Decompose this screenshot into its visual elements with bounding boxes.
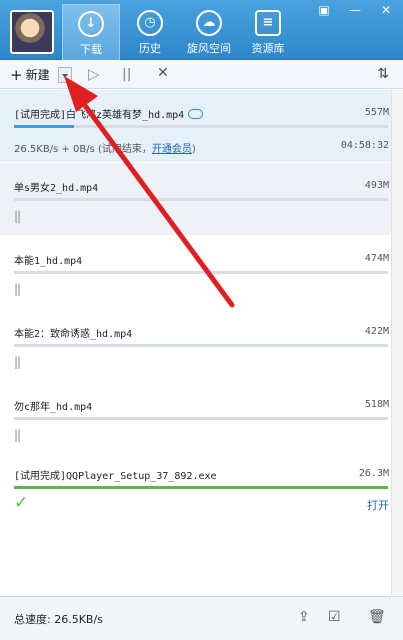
minimize-button[interactable]: — <box>340 0 370 20</box>
task-name: 本能2：致命诱惑_hd.mp4 <box>14 329 133 340</box>
library-icon: ≡ <box>255 10 281 36</box>
status-footer: 总速度: 26.5KB/s ⇪ ☑ 🗑 <box>0 596 403 640</box>
task-name: [试用完成]白飞鸿z英雄有梦_hd.mp4 <box>14 106 204 121</box>
tab-cloud-space[interactable]: ☁ 旋风空间 <box>180 4 238 60</box>
progress-bar <box>14 344 388 347</box>
scrollbar[interactable] <box>391 90 403 595</box>
share-icon[interactable]: ⇪ <box>298 609 310 625</box>
download-icon: ↓ <box>78 11 104 37</box>
check-icon: ✓ <box>14 493 29 513</box>
start-button[interactable]: ▷ <box>88 65 100 83</box>
app-header: ↓ 下载 ◷ 历史 ☁ 旋风空间 ≡ 资源库 ▣ — ✕ <box>0 0 403 60</box>
pause-icon[interactable]: || <box>14 282 21 296</box>
task-status: 26.5KB/s + 0B/s (试用结束，开通会员) <box>14 144 196 155</box>
task-row[interactable]: 勿c那年_hd.mp4 518M || <box>0 382 403 454</box>
tab-download[interactable]: ↓ 下载 <box>62 4 120 60</box>
progress-bar <box>14 125 388 128</box>
open-file-link[interactable]: 打开 <box>367 497 389 513</box>
tab-history[interactable]: ◷ 历史 <box>121 4 179 60</box>
task-row[interactable]: 本能1_hd.mp4 474M || <box>0 236 403 308</box>
tab-history-label: 历史 <box>139 42 161 55</box>
history-icon: ◷ <box>137 10 163 36</box>
skin-icon[interactable]: ▣ <box>309 0 339 20</box>
close-button[interactable]: ✕ <box>371 0 401 20</box>
pause-icon[interactable]: || <box>14 355 21 369</box>
task-name: 本能1_hd.mp4 <box>14 256 83 267</box>
tab-cloud-space-label: 旋风空间 <box>187 42 231 55</box>
sort-button[interactable]: ⇅ <box>377 66 389 82</box>
task-row[interactable]: 本能2：致命诱惑_hd.mp4 422M || <box>0 309 403 381</box>
task-row[interactable]: [试用完成]QQPlayer_Setup_37_892.exe 26.3M ✓ … <box>0 455 403 527</box>
task-size: 518M <box>364 399 389 410</box>
delete-button[interactable]: ✕ <box>157 65 169 81</box>
time-remaining: 04:58:32 <box>340 140 389 151</box>
task-name: 勿c那年_hd.mp4 <box>14 402 93 413</box>
task-name: 单s男女2_hd.mp4 <box>14 183 99 194</box>
task-list: [试用完成]白飞鸿z英雄有梦_hd.mp4 557M 26.5KB/s + 0B… <box>0 90 403 595</box>
task-row[interactable]: 单s男女2_hd.mp4 493M || <box>0 163 403 235</box>
progress-bar <box>14 198 388 201</box>
progress-fill <box>14 486 388 489</box>
user-avatar[interactable] <box>10 10 54 54</box>
progress-bar <box>14 417 388 420</box>
cloud-icon <box>188 109 204 119</box>
open-membership-link[interactable]: 开通会员 <box>152 144 192 155</box>
pause-icon[interactable]: || <box>14 428 21 442</box>
progress-bar <box>14 271 388 274</box>
task-size: 493M <box>364 180 389 191</box>
tab-library-label: 资源库 <box>251 42 285 55</box>
task-size: 422M <box>364 326 389 337</box>
cloud-space-icon: ☁ <box>196 10 222 36</box>
toolbar: + 新建 ▷ || ✕ ⇅ <box>0 61 403 89</box>
pause-button[interactable]: || <box>122 67 132 82</box>
task-size: 26.3M <box>358 468 389 479</box>
task-size: 557M <box>364 107 389 118</box>
tab-download-label: 下载 <box>80 43 102 56</box>
task-name: [试用完成]QQPlayer_Setup_37_892.exe <box>14 471 217 482</box>
total-speed: 总速度: 26.5KB/s <box>14 613 103 626</box>
new-task-label: 新建 <box>25 68 50 82</box>
task-row[interactable]: [试用完成]白飞鸿z英雄有梦_hd.mp4 557M 26.5KB/s + 0B… <box>0 90 403 162</box>
task-size: 474M <box>364 253 389 264</box>
plus-icon: + <box>10 66 23 84</box>
trash-icon[interactable]: 🗑 <box>368 609 386 625</box>
select-all-icon[interactable]: ☑ <box>328 609 341 625</box>
progress-bar <box>14 486 388 489</box>
progress-fill <box>14 125 74 128</box>
new-task-dropdown-button[interactable] <box>58 67 72 83</box>
new-task-button[interactable]: + 新建 <box>10 66 50 84</box>
pause-icon[interactable]: || <box>14 209 21 223</box>
tab-library[interactable]: ≡ 资源库 <box>239 4 297 60</box>
